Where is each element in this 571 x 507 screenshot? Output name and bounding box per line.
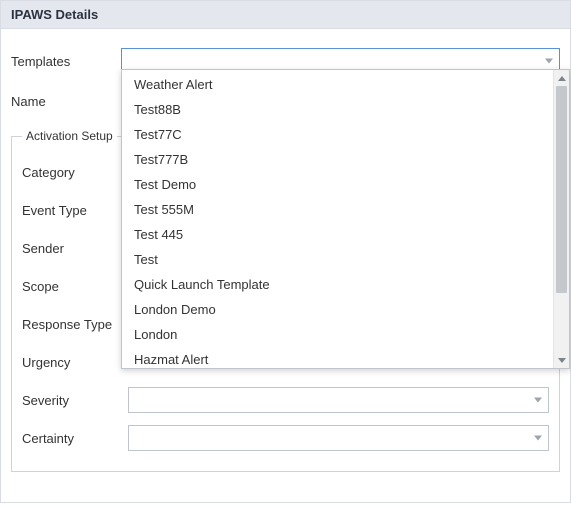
scroll-up-button[interactable]: [554, 70, 569, 86]
certainty-select[interactable]: [128, 425, 549, 451]
templates-dropdown: Weather Alert Test88B Test77C Test777B T…: [121, 69, 570, 369]
panel-body: Templates Weather Alert Test88B Test77C …: [1, 29, 570, 502]
templates-label: Templates: [11, 50, 121, 73]
category-label: Category: [22, 161, 128, 184]
templates-option[interactable]: Hazmat Alert: [122, 347, 553, 368]
templates-option[interactable]: London: [122, 322, 553, 347]
certainty-label: Certainty: [22, 427, 128, 450]
sender-label: Sender: [22, 237, 128, 260]
severity-label: Severity: [22, 389, 128, 412]
templates-dropdown-list: Weather Alert Test88B Test77C Test777B T…: [122, 70, 553, 368]
certainty-row: Certainty: [22, 419, 549, 457]
templates-option[interactable]: Test88B: [122, 97, 553, 122]
chevron-up-icon: [558, 76, 566, 81]
chevron-down-icon: [534, 398, 542, 403]
activation-setup-legend: Activation Setup: [22, 129, 117, 143]
chevron-down-icon: [545, 59, 553, 64]
scope-label: Scope: [22, 275, 128, 298]
ipaws-details-panel: IPAWS Details Templates Weather Alert Te…: [0, 0, 571, 503]
scroll-down-button[interactable]: [554, 352, 569, 368]
chevron-down-icon: [534, 436, 542, 441]
urgency-label: Urgency: [22, 351, 128, 374]
templates-option[interactable]: Quick Launch Template: [122, 272, 553, 297]
chevron-down-icon: [558, 358, 566, 363]
severity-select[interactable]: [128, 387, 549, 413]
severity-row: Severity: [22, 381, 549, 419]
response-type-label: Response Type: [22, 313, 128, 336]
templates-option[interactable]: Test 555M: [122, 197, 553, 222]
scroll-track[interactable]: [554, 86, 569, 352]
templates-option[interactable]: Test: [122, 247, 553, 272]
templates-option[interactable]: Test Demo: [122, 172, 553, 197]
templates-option[interactable]: Weather Alert: [122, 72, 553, 97]
scroll-thumb[interactable]: [556, 86, 567, 293]
templates-option[interactable]: Test 445: [122, 222, 553, 247]
dropdown-scrollbar[interactable]: [553, 70, 569, 368]
templates-option[interactable]: Test77C: [122, 122, 553, 147]
name-label: Name: [11, 90, 121, 113]
panel-title: IPAWS Details: [1, 1, 570, 29]
templates-option[interactable]: Test777B: [122, 147, 553, 172]
event-type-label: Event Type: [22, 199, 128, 222]
templates-option[interactable]: London Demo: [122, 297, 553, 322]
